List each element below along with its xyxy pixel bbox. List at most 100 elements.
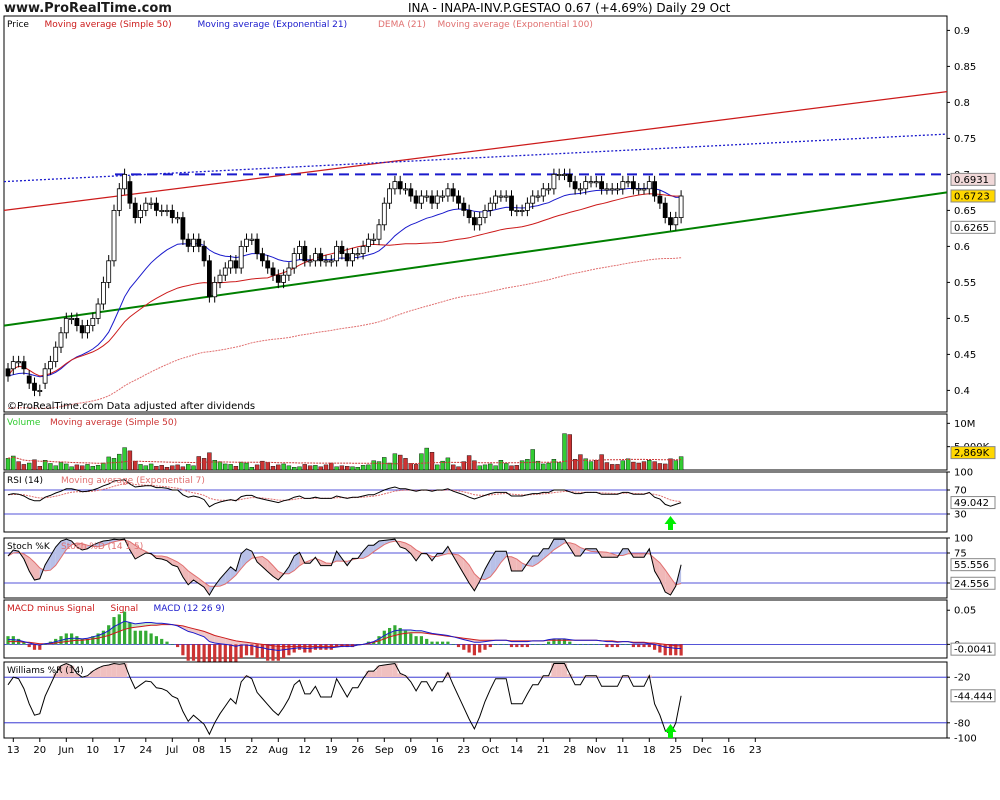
volume-bar: [16, 461, 21, 471]
candle: [307, 260, 313, 263]
williams-overbought-fill: [100, 665, 107, 678]
volume-bar: [678, 456, 684, 471]
candle: [525, 202, 530, 211]
candle: [434, 195, 440, 204]
last-stoch-k: 55.556: [954, 560, 989, 571]
macd-hist-bar: [552, 638, 556, 645]
williams-overbought-fill: [556, 663, 562, 678]
volume-bar: [64, 463, 69, 471]
candle: [175, 217, 181, 220]
volume-bar: [101, 462, 106, 471]
macd-hist-bar: [584, 644, 588, 645]
macd-hist-bar: [70, 633, 74, 645]
candle: [58, 332, 64, 348]
legend-price-4: Moving average (Exponential 100): [438, 20, 593, 30]
macd-hist-bar: [605, 644, 609, 648]
xtick-label-22: Nov: [587, 745, 607, 756]
macd-hist-bar: [382, 630, 386, 645]
candle: [143, 202, 149, 211]
last-macd: -0.0041: [954, 645, 993, 656]
legend-price-2: Moving average (Exponential 21): [198, 20, 348, 30]
ytick-label-williams-1: -80: [954, 718, 970, 729]
volume-bar: [254, 464, 260, 471]
macd-hist-bar: [663, 644, 667, 656]
xtick-label-10: Aug: [269, 745, 289, 756]
candle: [625, 181, 631, 184]
macd-hist-bar: [112, 617, 116, 645]
chart-canvas[interactable]: 0.90.850.80.750.70.650.60.550.50.450.4Pr…: [0, 0, 1000, 800]
macd-hist-bar: [170, 644, 174, 645]
candle: [201, 245, 207, 262]
xtick-label-13: 26: [351, 745, 364, 756]
volume-bar: [429, 452, 435, 471]
candle: [233, 260, 239, 269]
candle: [668, 217, 673, 226]
legend-macd-0: MACD minus Signal: [7, 604, 95, 614]
volume-bar: [281, 463, 286, 471]
macd-hist-bar: [197, 644, 201, 664]
legend-rsi-0: RSI (14): [7, 476, 43, 486]
volume-bar: [249, 467, 255, 471]
macd-hist-bar: [128, 622, 132, 645]
macd-hist-bar: [451, 644, 455, 645]
volume-bar: [111, 458, 117, 471]
xtick-label-2: Jun: [57, 745, 74, 756]
volume-bar: [366, 464, 371, 471]
candle: [408, 188, 414, 197]
volume-bar: [32, 459, 37, 471]
xtick-label-0: 13: [7, 745, 20, 756]
macd-hist-bar: [414, 636, 418, 645]
xtick-label-11: 12: [298, 745, 311, 756]
macd-hist-bar: [27, 644, 31, 648]
volume-bar: [360, 465, 366, 471]
volume-bar: [265, 462, 270, 471]
candle: [101, 281, 106, 305]
volume-bar: [85, 464, 90, 471]
xtick-label-7: 08: [192, 745, 205, 756]
macd-hist-bar: [499, 644, 503, 645]
volume-bar: [127, 450, 133, 471]
candle: [116, 188, 122, 211]
volume-bar: [530, 449, 535, 471]
candle: [122, 173, 127, 190]
macd-hist-bar: [615, 644, 620, 648]
volume-bar: [355, 467, 360, 471]
volume-bar: [5, 458, 11, 471]
xtick-label-16: 16: [431, 745, 444, 756]
xtick-label-6: Jul: [165, 745, 178, 756]
candle: [159, 209, 165, 212]
macd-hist-bar: [165, 641, 169, 645]
candle: [631, 181, 636, 190]
volume-bar: [620, 460, 625, 471]
volume-bar: [79, 465, 85, 471]
volume-bar: [376, 461, 382, 471]
volume-bar: [53, 465, 58, 471]
stoch-fill: [633, 553, 639, 558]
candle: [562, 173, 567, 176]
candle: [85, 325, 90, 334]
candle: [217, 274, 223, 283]
macd-hist-bar: [176, 644, 180, 648]
xtick-label-4: 17: [113, 745, 126, 756]
williams-overbought-fill: [371, 671, 377, 678]
volume-bar: [164, 467, 170, 471]
volume-bar: [74, 464, 80, 471]
macd-hist-bar: [594, 644, 598, 645]
xtick-label-28: 23: [749, 745, 762, 756]
macd-hist-bar: [488, 644, 492, 648]
volume-bar: [334, 466, 339, 471]
volume-bar: [408, 463, 413, 471]
legend-macd-2: MACD (12 26 9): [154, 604, 225, 614]
volume-bar: [668, 458, 673, 471]
last-sma50: 0.6931: [954, 175, 989, 186]
macd-hist-bar: [557, 638, 561, 645]
macd-hist-bar: [435, 641, 439, 645]
candle: [244, 238, 249, 247]
macd-hist-bar: [117, 614, 121, 645]
candle: [429, 195, 435, 204]
volume-bar: [594, 460, 599, 471]
macd-hist-bar: [409, 633, 413, 645]
candle: [609, 188, 615, 191]
macd-hist-bar: [525, 644, 529, 648]
volume-bar: [95, 465, 101, 471]
